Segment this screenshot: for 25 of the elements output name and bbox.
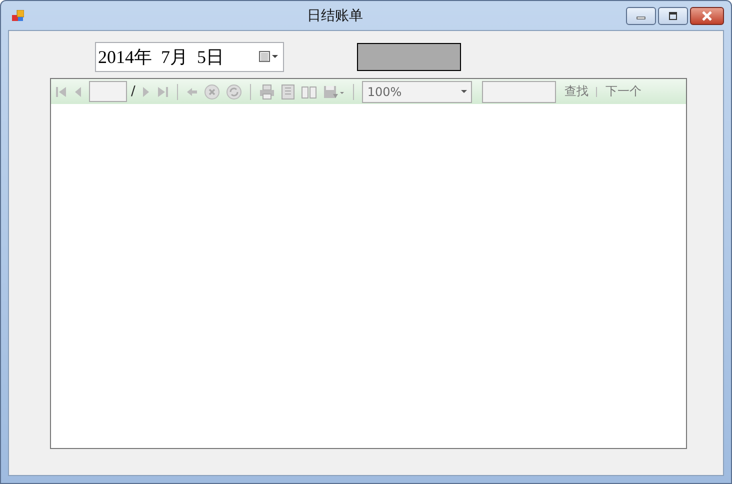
back-arrow-icon[interactable] [186,86,198,98]
close-icon [701,11,713,21]
date-picker[interactable]: 2014年 7月 5日 [95,42,284,72]
window-title: 日结账单 [307,6,363,24]
save-dropdown-icon[interactable] [323,84,346,100]
refresh-icon[interactable] [226,84,242,100]
app-icon [12,10,24,22]
find-field[interactable] [482,80,556,102]
dropdown-arrow-icon [461,90,468,94]
book-icon[interactable] [301,84,318,98]
next-page-icon[interactable] [141,86,152,98]
print-icon[interactable] [259,84,276,100]
stop-icon[interactable] [204,84,220,100]
previous-page-icon[interactable] [73,86,83,98]
close-button[interactable] [690,7,724,25]
last-page-icon[interactable] [157,86,170,98]
page-separator: / [131,84,136,99]
maximize-icon [668,12,678,20]
calendar-dropdown-icon [259,51,279,63]
page-layout-icon[interactable] [281,84,296,100]
zoom-dropdown[interactable]: 100% [362,80,472,102]
first-page-icon[interactable] [55,86,67,98]
minimize-button[interactable] [626,7,656,25]
page-number-field[interactable] [89,81,127,102]
maximize-button[interactable] [658,7,688,25]
